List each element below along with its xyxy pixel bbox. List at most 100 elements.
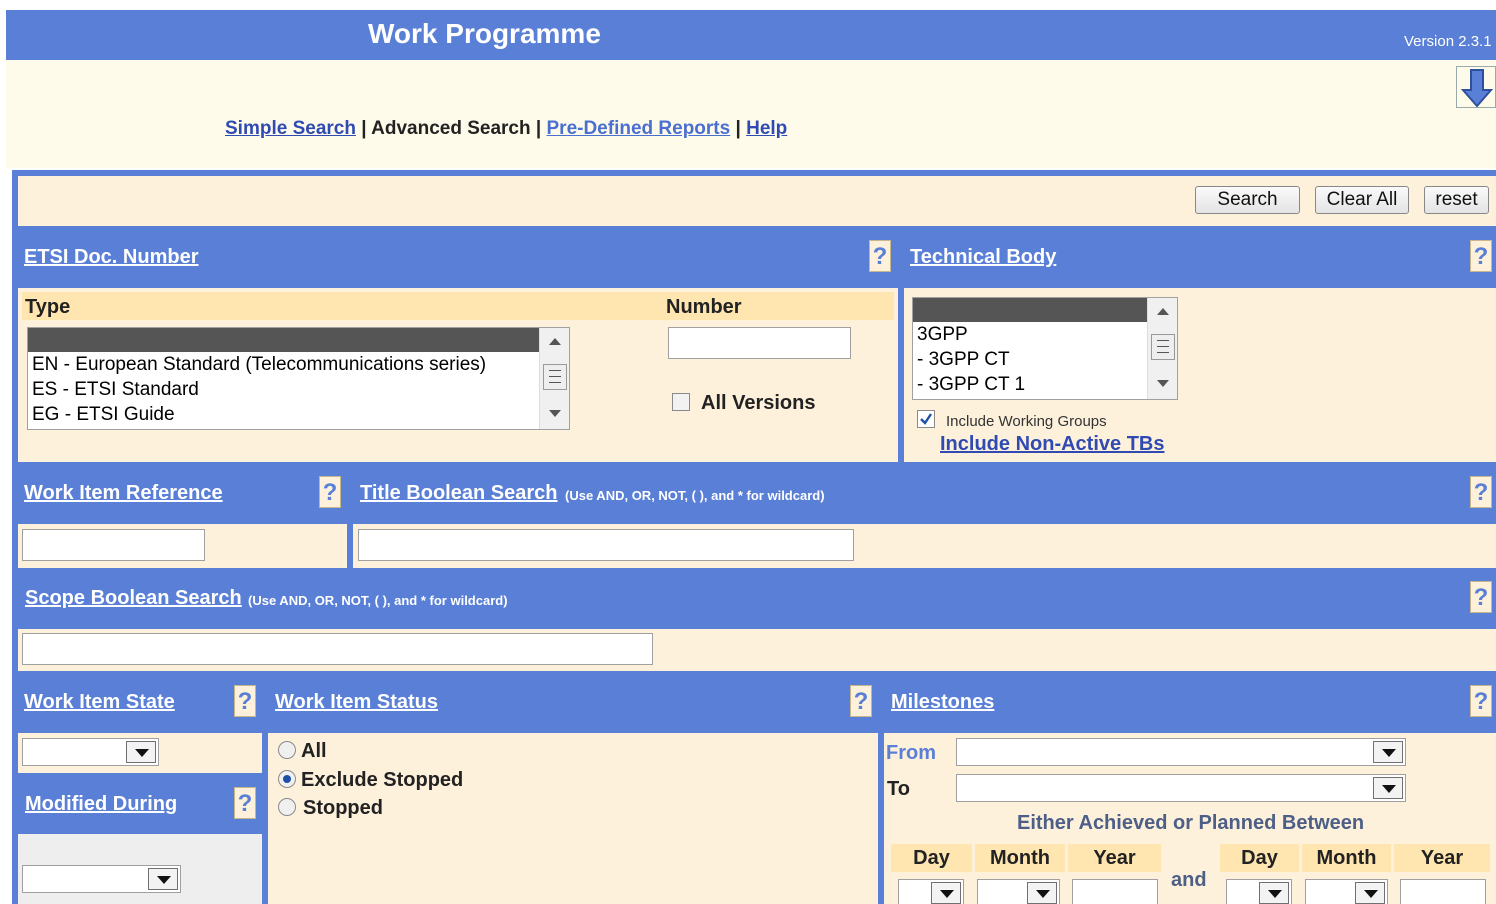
work-item-state-select[interactable] — [22, 738, 159, 766]
to-year-input[interactable] — [1400, 879, 1486, 904]
chevron-down-icon[interactable] — [931, 882, 961, 904]
type-option-eg[interactable]: EG - ETSI Guide — [28, 402, 569, 427]
modified-during-help-icon[interactable]: ? — [234, 787, 256, 819]
tb-listbox-scrollbar[interactable] — [1147, 298, 1177, 399]
work-item-reference-input[interactable] — [22, 529, 205, 561]
nav-strip — [6, 60, 1496, 168]
chevron-down-icon[interactable] — [1373, 741, 1403, 763]
number-label: Number — [666, 296, 742, 318]
status-exclude-stopped-label: Exclude Stopped — [301, 769, 464, 791]
simple-search-link[interactable]: Simple Search — [225, 118, 356, 139]
version-label: Version 2.3.1 — [1404, 33, 1492, 50]
advanced-search-label: Advanced Search — [371, 118, 531, 139]
tb-option-3gpp[interactable]: 3GPP — [913, 322, 1177, 347]
title-boolean-search-link[interactable]: Title Boolean Search — [360, 482, 557, 505]
all-versions-checkbox[interactable] — [672, 393, 690, 411]
clear-all-button[interactable]: Clear All — [1315, 186, 1409, 214]
modified-during-link[interactable]: Modified During — [25, 793, 177, 816]
milestones-between-label: Either Achieved or Planned Between — [1017, 812, 1365, 834]
from-month-select[interactable] — [977, 879, 1060, 904]
chevron-down-icon[interactable] — [148, 868, 178, 890]
title-boolean-help-icon[interactable]: ? — [1470, 476, 1492, 508]
to-month-select[interactable] — [1305, 879, 1388, 904]
doc-number-input[interactable] — [668, 327, 851, 359]
nav-separator: | — [535, 118, 542, 139]
status-exclude-stopped-radio[interactable] — [278, 770, 296, 788]
from-day-header: Day — [891, 844, 972, 872]
scroll-thumb[interactable] — [543, 364, 567, 390]
from-day-select[interactable] — [898, 879, 964, 904]
to-day-select[interactable] — [1226, 879, 1292, 904]
chevron-down-icon[interactable] — [1259, 882, 1289, 904]
scope-boolean-note: (Use AND, OR, NOT, ( ), and * for wildca… — [248, 593, 508, 608]
all-versions-label: All Versions — [701, 392, 816, 414]
type-option-en[interactable]: EN - European Standard (Telecommunicatio… — [28, 352, 569, 377]
milestones-and-label: and — [1171, 869, 1207, 891]
check-mark-icon — [920, 413, 932, 425]
predefined-reports-link[interactable]: Pre-Defined Reports — [547, 118, 731, 139]
work-item-status-help-icon[interactable]: ? — [850, 685, 872, 717]
include-working-groups-checkbox[interactable] — [917, 410, 935, 428]
search-button[interactable]: Search — [1195, 186, 1300, 214]
type-listbox[interactable]: EN - European Standard (Telecommunicatio… — [27, 327, 570, 430]
app-title: Work Programme — [368, 18, 601, 49]
title-boolean-input[interactable] — [358, 529, 854, 561]
work-item-status-link[interactable]: Work Item Status — [275, 691, 438, 714]
type-header — [22, 292, 662, 320]
milestones-from-label: From — [886, 742, 936, 764]
scope-boolean-input[interactable] — [22, 633, 653, 665]
scope-boolean-search-link[interactable]: Scope Boolean Search — [25, 587, 242, 610]
technical-body-listbox[interactable]: 3GPP - 3GPP CT - 3GPP CT 1 — [912, 297, 1178, 400]
work-item-state-link[interactable]: Work Item State — [24, 691, 175, 714]
modified-during-select[interactable] — [22, 865, 181, 893]
reset-button[interactable]: reset — [1424, 186, 1489, 214]
to-year-header: Year — [1394, 844, 1490, 872]
from-year-input[interactable] — [1072, 879, 1158, 904]
scroll-up-icon[interactable] — [1157, 308, 1169, 315]
to-day-header: Day — [1220, 844, 1299, 872]
tb-option-3gpp-ct1[interactable]: - 3GPP CT 1 — [913, 372, 1177, 397]
search-mode-nav: Simple Search | Advanced Search | Pre-De… — [225, 118, 787, 140]
scroll-down-icon[interactable] — [549, 410, 561, 417]
work-item-reference-link[interactable]: Work Item Reference — [24, 482, 223, 505]
etsi-doc-number-link[interactable]: ETSI Doc. Number — [24, 246, 198, 269]
chevron-down-icon[interactable] — [1355, 882, 1385, 904]
app-header-bar — [6, 10, 1496, 60]
include-nonactive-tbs-link[interactable]: Include Non-Active TBs — [940, 433, 1164, 456]
status-stopped-label: Stopped — [303, 797, 383, 819]
title-boolean-note: (Use AND, OR, NOT, ( ), and * for wildca… — [565, 488, 825, 503]
type-listbox-scrollbar[interactable] — [539, 328, 569, 429]
technical-body-link[interactable]: Technical Body — [910, 246, 1056, 269]
status-all-radio[interactable] — [278, 741, 296, 759]
work-item-reference-help-icon[interactable]: ? — [319, 476, 341, 508]
milestones-to-label: To — [887, 778, 910, 800]
to-month-header: Month — [1302, 844, 1391, 872]
scroll-up-icon[interactable] — [549, 338, 561, 345]
scroll-down-icon[interactable] — [1157, 380, 1169, 387]
nav-separator: | — [361, 118, 367, 139]
status-stopped-radio[interactable] — [278, 798, 296, 816]
milestones-to-select[interactable] — [956, 774, 1406, 802]
milestones-from-select[interactable] — [956, 738, 1406, 766]
etsi-doc-help-icon[interactable]: ? — [869, 240, 891, 272]
scope-boolean-help-icon[interactable]: ? — [1470, 581, 1492, 613]
tb-option-3gpp-ct[interactable]: - 3GPP CT — [913, 347, 1177, 372]
milestones-link[interactable]: Milestones — [891, 691, 994, 714]
work-item-state-help-icon[interactable]: ? — [234, 685, 256, 717]
tb-option-blank[interactable] — [913, 298, 1177, 322]
include-working-groups-label: Include Working Groups — [946, 413, 1107, 430]
chevron-down-icon[interactable] — [1373, 777, 1403, 799]
technical-body-help-icon[interactable]: ? — [1470, 240, 1492, 272]
help-link[interactable]: Help — [746, 118, 787, 139]
download-arrow-icon[interactable] — [1456, 66, 1496, 108]
chevron-down-icon[interactable] — [126, 741, 156, 763]
type-option-es[interactable]: ES - ETSI Standard — [28, 377, 569, 402]
chevron-down-icon[interactable] — [1027, 882, 1057, 904]
scroll-thumb[interactable] — [1151, 334, 1175, 360]
type-label: Type — [25, 296, 71, 318]
nav-separator: | — [735, 118, 741, 139]
milestones-help-icon[interactable]: ? — [1470, 685, 1492, 717]
type-option-blank[interactable] — [28, 328, 569, 352]
from-year-header: Year — [1068, 844, 1161, 872]
status-all-label: All — [301, 740, 327, 762]
